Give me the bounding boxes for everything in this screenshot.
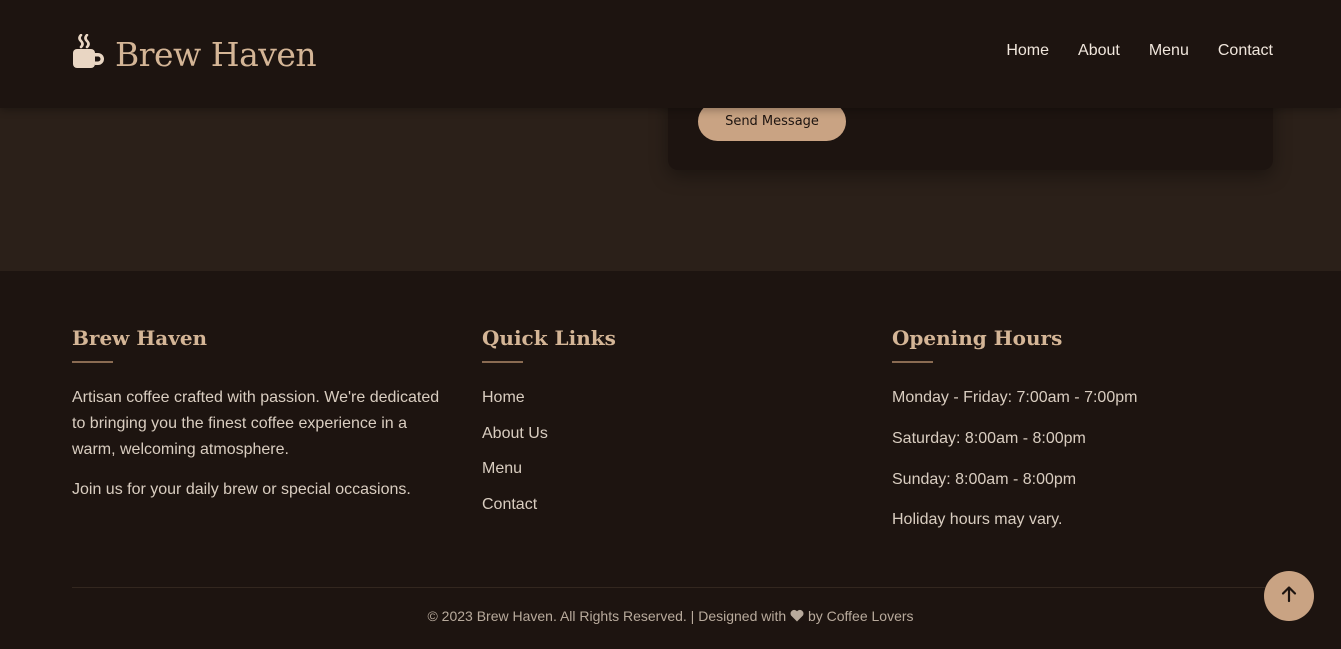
mug-hot-icon (72, 33, 106, 75)
brand-name: Brew Haven (115, 34, 317, 74)
footer-links-heading: Quick Links (482, 326, 616, 350)
heart-icon (790, 608, 804, 624)
nav-about[interactable]: About (1078, 42, 1120, 60)
nav-contact[interactable]: Contact (1218, 42, 1273, 60)
nav-home[interactable]: Home (1006, 42, 1049, 60)
footer-divider (72, 587, 1272, 588)
back-to-top-button[interactable] (1264, 571, 1314, 621)
navbar: Brew Haven Home About Menu Contact (0, 0, 1341, 108)
footer-hours-heading: Opening Hours (892, 326, 1063, 350)
copyright-prefix: © 2023 Brew Haven. All Rights Reserved. … (427, 608, 787, 624)
footer-about-heading: Brew Haven (72, 326, 208, 350)
main-nav: Home About Menu Contact (1006, 42, 1273, 60)
list-item: About Us (482, 421, 862, 457)
footer-quick-links: Quick Links Home About Us Menu Contact (482, 325, 862, 528)
list-item: Contact (482, 492, 862, 528)
nav-menu[interactable]: Menu (1149, 42, 1189, 60)
hours-item: Holiday hours may vary. (892, 511, 1063, 529)
heading-underline (72, 361, 113, 363)
list-item: Home (482, 385, 862, 421)
copyright: © 2023 Brew Haven. All Rights Reserved. … (0, 608, 1341, 624)
list-item: Menu (482, 456, 862, 492)
footer-about-text: Artisan coffee crafted with passion. We'… (72, 389, 440, 458)
footer-link-menu[interactable]: Menu (482, 460, 522, 477)
hours-item: Saturday: 8:00am - 8:00pm (892, 429, 1086, 447)
footer: Brew Haven Artisan coffee crafted with p… (0, 271, 1341, 649)
footer-opening-hours: Opening Hours Monday - Friday: 7:00am - … (892, 325, 1272, 548)
copyright-suffix: by Coffee Lovers (807, 608, 914, 624)
footer-about-text-2: Join us for your daily brew or special o… (72, 481, 411, 498)
heading-underline (482, 361, 523, 363)
footer-links-list: Home About Us Menu Contact (482, 385, 862, 528)
hours-item: Monday - Friday: 7:00am - 7:00pm (892, 389, 1138, 406)
hours-item: Sunday: 8:00am - 8:00pm (892, 470, 1077, 488)
footer-link-contact[interactable]: Contact (482, 496, 537, 513)
footer-link-home[interactable]: Home (482, 389, 525, 406)
logo[interactable]: Brew Haven (72, 33, 317, 75)
footer-link-about-us[interactable]: About Us (482, 425, 548, 442)
footer-about: Brew Haven Artisan coffee crafted with p… (72, 325, 452, 503)
heading-underline (892, 361, 933, 363)
arrow-up-icon (1280, 585, 1298, 608)
hours-list: Monday - Friday: 7:00am - 7:00pm Saturda… (892, 385, 1272, 548)
